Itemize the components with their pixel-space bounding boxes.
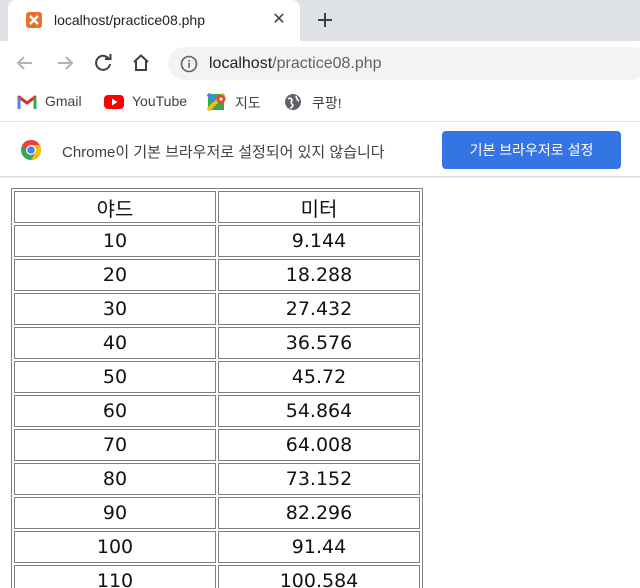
table-row: 100 91.44 xyxy=(14,531,420,563)
infobar-message: Chrome이 기본 브라우저로 설정되어 있지 않습니다 xyxy=(62,144,385,161)
bookmarks-bar: Gmail YouTube 지도 쿠팡! xyxy=(0,85,640,122)
yard-cell: 110 xyxy=(14,565,216,588)
reload-icon[interactable] xyxy=(91,51,115,75)
bookmark-gmail[interactable]: Gmail xyxy=(17,91,87,113)
meter-cell: 54.864 xyxy=(218,395,420,427)
table-header-row: 야드 미터 xyxy=(14,191,420,223)
meter-cell: 9.144 xyxy=(218,225,420,257)
bookmark-youtube[interactable]: YouTube xyxy=(104,91,194,113)
maps-icon xyxy=(206,92,227,112)
youtube-icon xyxy=(104,93,124,111)
meter-cell: 73.152 xyxy=(218,463,420,495)
browser-toolbar: localhost/practice08.php xyxy=(0,41,640,85)
table-row: 90 82.296 xyxy=(14,497,420,529)
tab-close-icon[interactable]: ✕ xyxy=(270,10,288,28)
meter-cell: 100.584 xyxy=(218,565,420,588)
conversion-table: 야드 미터 10 9.144 20 18.288 30 27.432 40 36.576… xyxy=(11,188,423,588)
table-row: 50 45.72 xyxy=(14,361,420,393)
bookmark-coupang[interactable]: 쿠팡! xyxy=(284,91,354,113)
yard-cell: 60 xyxy=(14,395,216,427)
globe-icon xyxy=(284,93,304,111)
bookmark-label: Gmail xyxy=(45,93,82,109)
table-row: 70 64.008 xyxy=(14,429,420,461)
url-path: /practice08.php xyxy=(272,55,382,72)
bookmark-label: 쿠팡! xyxy=(312,95,342,111)
bookmark-label: YouTube xyxy=(132,93,188,109)
table-row: 20 18.288 xyxy=(14,259,420,291)
back-icon[interactable] xyxy=(13,51,37,75)
yard-cell: 70 xyxy=(14,429,216,461)
home-icon[interactable] xyxy=(129,51,153,75)
table-row: 110 100.584 xyxy=(14,565,420,588)
table-row: 60 54.864 xyxy=(14,395,420,427)
table-row: 10 9.144 xyxy=(14,225,420,257)
meter-cell: 64.008 xyxy=(218,429,420,461)
meter-cell: 91.44 xyxy=(218,531,420,563)
gmail-icon xyxy=(17,93,37,111)
table-row: 40 36.576 xyxy=(14,327,420,359)
forward-icon[interactable] xyxy=(53,51,77,75)
bookmark-maps[interactable]: 지도 xyxy=(206,91,271,113)
yard-cell: 100 xyxy=(14,531,216,563)
meter-cell: 18.288 xyxy=(218,259,420,291)
tab-strip: localhost/practice08.php ✕ xyxy=(0,0,640,41)
address-bar[interactable]: localhost/practice08.php xyxy=(168,47,640,80)
yard-cell: 80 xyxy=(14,463,216,495)
table-row: 30 27.432 xyxy=(14,293,420,325)
meter-cell: 82.296 xyxy=(218,497,420,529)
meter-cell: 36.576 xyxy=(218,327,420,359)
bookmark-label: 지도 xyxy=(235,95,261,111)
table-row: 80 73.152 xyxy=(14,463,420,495)
page-content: 야드 미터 10 9.144 20 18.288 30 27.432 40 36.576… xyxy=(0,178,640,588)
yard-cell: 40 xyxy=(14,327,216,359)
yard-cell: 90 xyxy=(14,497,216,529)
yard-cell: 10 xyxy=(14,225,216,257)
yard-cell: 20 xyxy=(14,259,216,291)
info-icon[interactable] xyxy=(180,55,198,73)
tab-active[interactable]: localhost/practice08.php ✕ xyxy=(8,0,300,41)
meter-cell: 45.72 xyxy=(218,361,420,393)
set-default-browser-button[interactable]: 기본 브라우저로 설정 xyxy=(442,131,621,169)
column-header-yard: 야드 xyxy=(14,191,216,223)
yard-cell: 50 xyxy=(14,361,216,393)
chrome-icon xyxy=(20,139,42,161)
default-browser-infobar: Chrome이 기본 브라우저로 설정되어 있지 않습니다 기본 브라우저로 설… xyxy=(0,122,640,177)
tab-title: localhost/practice08.php xyxy=(54,12,205,28)
url-text: localhost/practice08.php xyxy=(209,55,382,73)
meter-cell: 27.432 xyxy=(218,293,420,325)
url-host: localhost xyxy=(209,55,273,72)
xampp-icon xyxy=(26,12,42,28)
new-tab-icon[interactable] xyxy=(313,8,337,32)
yard-cell: 30 xyxy=(14,293,216,325)
column-header-meter: 미터 xyxy=(218,191,420,223)
